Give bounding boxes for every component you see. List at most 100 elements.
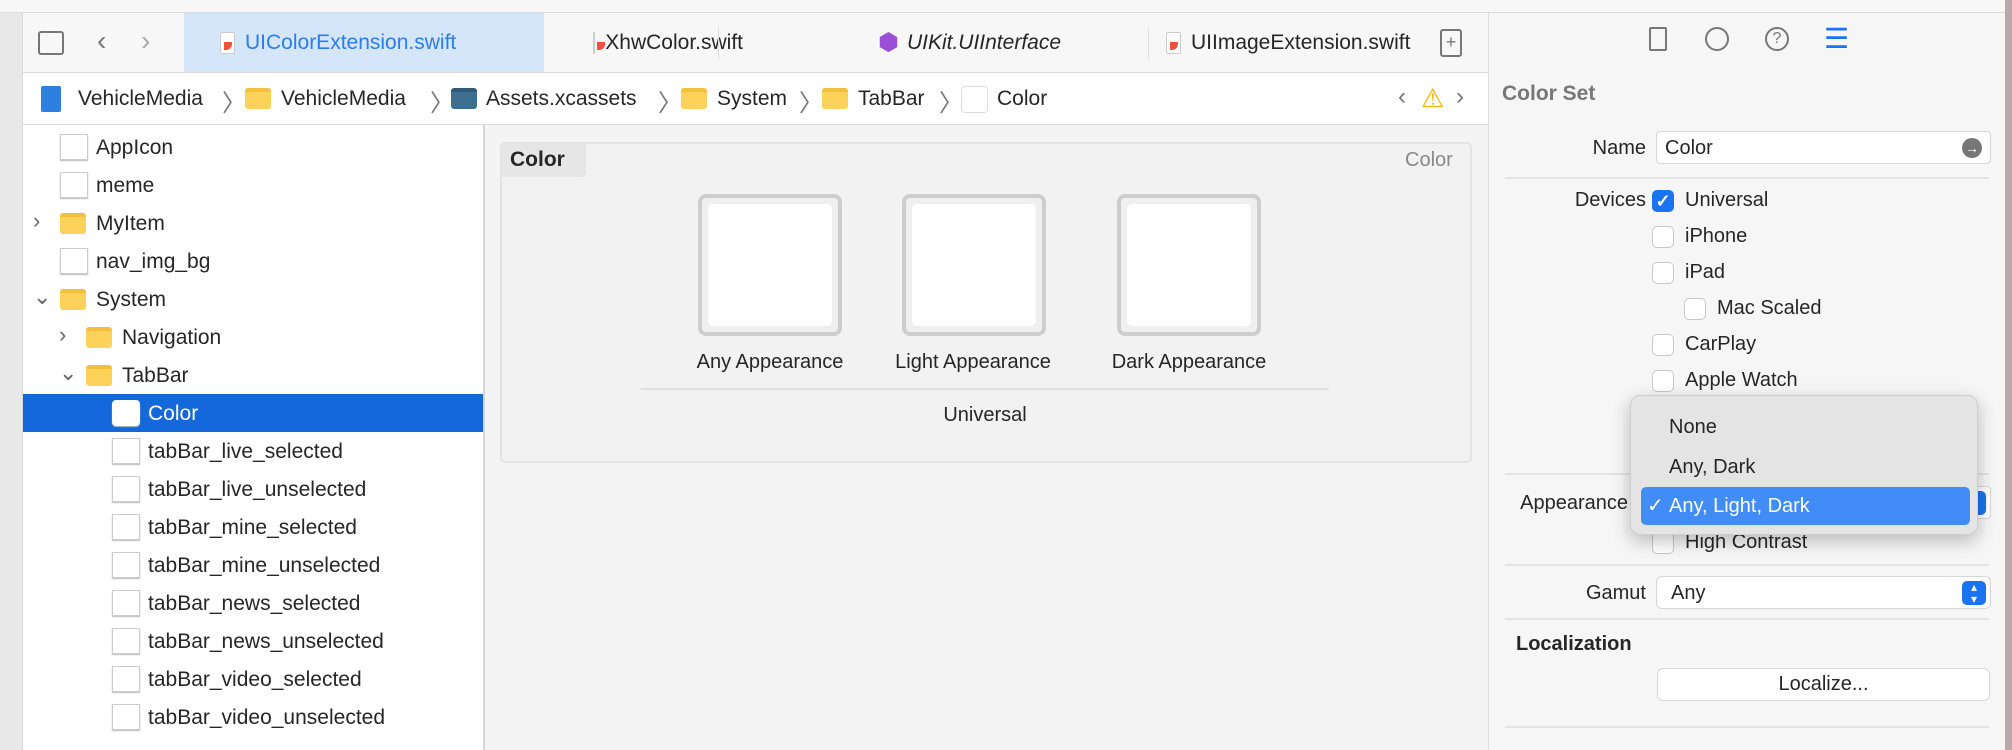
asset-item-label: Color — [148, 402, 199, 425]
asset-item-nav-img-bg[interactable]: nav_img_bg — [23, 242, 483, 280]
swatch-fill — [912, 204, 1036, 326]
device-checkbox[interactable] — [1684, 298, 1706, 320]
chevron-right-icon: 〉 — [658, 90, 682, 117]
breadcrumb: VehicleMedia 〉 VehicleMedia 〉 Assets.xca… — [23, 73, 1488, 125]
add-editor-button[interactable]: + — [1440, 29, 1462, 57]
tab-bar: ‹ › UIColorExtension.swift XhwColor.swif… — [23, 13, 1488, 73]
checkmark-icon: ✓ — [1647, 495, 1664, 517]
project-icon — [41, 86, 61, 112]
asset-item-system[interactable]: ⌄ System — [23, 280, 483, 318]
group-label: Universal — [943, 404, 1027, 426]
appearances-dropdown-menu: None Any, Dark ✓ Any, Light, Dark — [1630, 395, 1978, 535]
warning-icon[interactable]: ⚠ — [1421, 83, 1444, 114]
tab-xhwcolor[interactable]: XhwColor.swift — [593, 13, 743, 72]
asset-item-tabbar-mine-selected[interactable]: tabBar_mine_selected — [23, 508, 483, 546]
help-inspector-icon[interactable]: ? — [1765, 27, 1789, 51]
swatch-label: Any Appearance — [696, 351, 844, 373]
left-edge — [0, 13, 23, 750]
menu-item-none[interactable]: None — [1641, 408, 1970, 446]
asset-item-appicon[interactable]: AppIcon — [23, 128, 483, 166]
color-set-icon — [112, 400, 140, 426]
separator — [1505, 177, 1989, 179]
asset-item-label: tabBar_video_selected — [148, 668, 362, 691]
device-checkbox[interactable]: ✓ — [1652, 190, 1674, 212]
name-field[interactable]: Color → — [1656, 131, 1991, 164]
tab-separator — [718, 27, 719, 59]
breadcrumb-item[interactable]: VehicleMedia — [78, 87, 203, 111]
asset-item-label: tabBar_live_unselected — [148, 478, 367, 501]
tab-uicolorextension[interactable]: UIColorExtension.swift — [184, 13, 544, 72]
forward-button[interactable]: › — [141, 25, 150, 57]
asset-item-tabbar-news-selected[interactable]: tabBar_news_selected — [23, 584, 483, 622]
window-top-strip — [0, 0, 2012, 13]
asset-item-navigation[interactable]: › Navigation — [23, 318, 483, 356]
swift-file-icon — [593, 31, 607, 54]
asset-item-label: tabBar_video_unselected — [148, 706, 386, 729]
chevron-down-icon[interactable]: ⌄ — [33, 284, 51, 310]
asset-item-tabbar-live-unselected[interactable]: tabBar_live_unselected — [23, 470, 483, 508]
chevron-right-icon: 〉 — [799, 90, 823, 117]
color-set-title: Color — [502, 144, 586, 177]
asset-item-myitem[interactable]: › MyItem — [23, 204, 483, 242]
chevron-right-icon[interactable]: › — [33, 208, 40, 234]
asset-item-label: System — [96, 288, 167, 311]
separator — [1505, 726, 1989, 728]
file-inspector-icon[interactable] — [1649, 27, 1667, 51]
asset-item-tabbar-video-selected[interactable]: tabBar_video_selected — [23, 660, 483, 698]
chevron-down-icon[interactable]: ⌄ — [59, 360, 77, 386]
device-checkbox[interactable] — [1652, 334, 1674, 356]
attributes-inspector-icon[interactable]: ☰ — [1824, 24, 1849, 54]
asset-item-label: AppIcon — [96, 136, 174, 159]
localize-button[interactable]: Localize... — [1657, 668, 1990, 701]
tab-uiimageextension[interactable]: UIImageExtension.swift — [1166, 13, 1422, 72]
menu-item-any-dark[interactable]: Any, Dark — [1641, 448, 1970, 486]
asset-item-tabbar-mine-unselected[interactable]: tabBar_mine_unselected — [23, 546, 483, 584]
swatch-any-appearance[interactable] — [698, 194, 842, 336]
menu-item-any-light-dark[interactable]: ✓ Any, Light, Dark — [1641, 487, 1970, 525]
asset-item-label: Navigation — [122, 326, 222, 349]
folder-icon — [60, 289, 86, 310]
related-items-icon[interactable] — [38, 31, 64, 55]
folder-icon — [681, 88, 707, 109]
chevron-right-icon[interactable]: › — [59, 322, 66, 348]
breadcrumb-item[interactable]: System — [717, 87, 787, 111]
device-checkbox[interactable] — [1652, 370, 1674, 392]
next-issue-button[interactable]: › — [1456, 83, 1464, 111]
breadcrumb-item[interactable]: Assets.xcassets — [486, 87, 637, 111]
back-button[interactable]: ‹ — [97, 25, 106, 57]
asset-item-label: nav_img_bg — [96, 250, 211, 273]
swatch-light-appearance[interactable] — [902, 194, 1046, 336]
asset-item-label: tabBar_live_selected — [148, 440, 343, 463]
arrow-right-circle-icon[interactable]: → — [1962, 138, 1982, 158]
gamut-select[interactable]: Any ▴ ▾ — [1656, 576, 1991, 609]
tab-separator — [1148, 27, 1149, 59]
breadcrumb-item[interactable]: TabBar — [858, 87, 925, 111]
previous-issue-button[interactable]: ‹ — [1398, 83, 1406, 111]
appearances-label: Appearance — [1520, 492, 1628, 514]
device-checkbox[interactable] — [1652, 226, 1674, 248]
tab-label: UIImageExtension.swift — [1191, 30, 1411, 54]
tab-uikit-uiinterface[interactable]: ⬢ UIKit.UIInterface — [878, 13, 1138, 72]
breadcrumb-item[interactable]: Color — [997, 87, 1047, 111]
asset-item-tabbar[interactable]: ⌄ TabBar — [23, 356, 483, 394]
swatch-fill — [708, 204, 832, 326]
device-label: Universal — [1685, 189, 1769, 211]
asset-item-tabbar-live-selected[interactable]: tabBar_live_selected — [23, 432, 483, 470]
history-inspector-icon[interactable] — [1705, 27, 1729, 51]
gamut-label: Gamut — [1585, 582, 1646, 604]
localization-title: Localization — [1516, 633, 1632, 655]
asset-item-color[interactable]: Color — [23, 394, 483, 432]
asset-item-tabbar-video-unselected[interactable]: tabBar_video_unselected — [23, 698, 483, 736]
swatch-label: Dark Appearance — [1111, 351, 1267, 373]
asset-item-label: meme — [96, 174, 155, 197]
asset-item-tabbar-news-unselected[interactable]: tabBar_news_unselected — [23, 622, 483, 660]
breadcrumb-item[interactable]: VehicleMedia — [281, 87, 406, 111]
folder-icon — [822, 88, 848, 109]
asset-list: AppIcon meme › MyItem nav_img_bg ⌄ System › Navi… — [23, 125, 485, 750]
asset-item-label: tabBar_mine_unselected — [148, 554, 381, 577]
image-set-icon — [60, 134, 88, 160]
swatch-dark-appearance[interactable] — [1117, 194, 1261, 336]
asset-item-meme[interactable]: meme — [23, 166, 483, 204]
device-checkbox[interactable] — [1652, 262, 1674, 284]
high-contrast-checkbox[interactable] — [1652, 532, 1674, 554]
